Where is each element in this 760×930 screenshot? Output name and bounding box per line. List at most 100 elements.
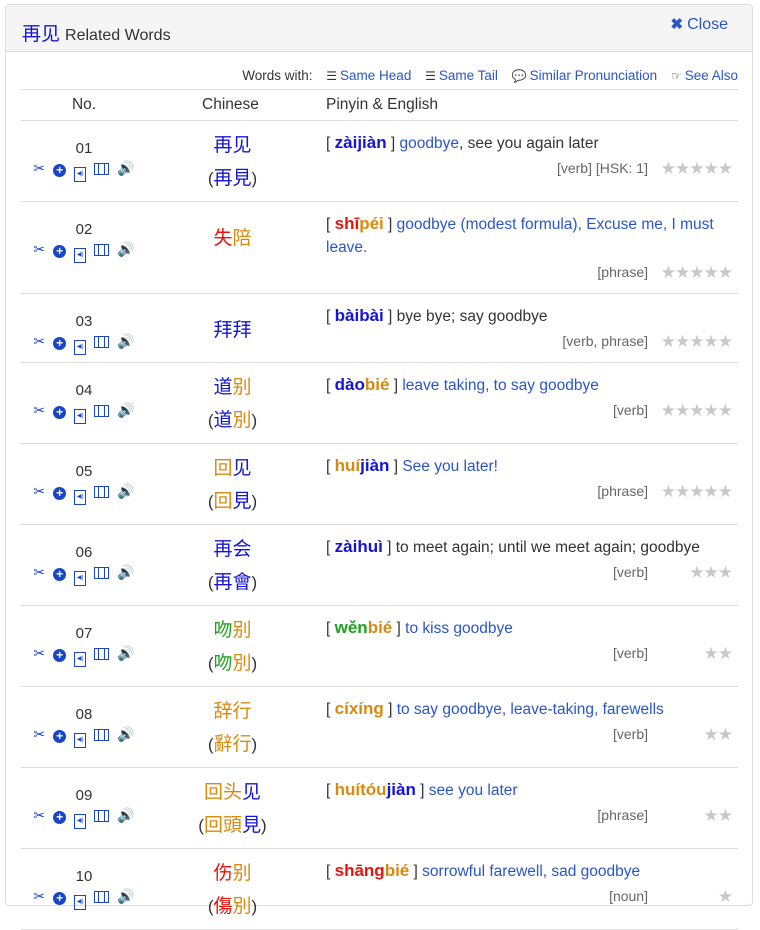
scissors-icon[interactable]: ✂ [33,333,45,350]
definition-link[interactable]: leave taking, to say goodbye [402,377,598,394]
audio-file-icon[interactable]: ◀) [74,409,87,424]
head-word: 再见 [22,23,60,45]
audio-file-icon[interactable]: ◀) [74,652,87,667]
star-icon: ★ [689,332,704,351]
plus-circle-icon[interactable]: + [53,487,67,500]
film-icon[interactable] [94,336,110,348]
scissors-icon[interactable]: ✂ [33,726,45,743]
plus-circle-icon[interactable]: + [53,164,67,177]
audio-file-icon[interactable]: ◀) [74,490,87,505]
definition-link[interactable]: see you later [429,782,518,799]
volume-icon[interactable]: 🔊 [117,807,134,824]
film-icon[interactable] [94,648,110,660]
definition-link[interactable]: sorrowful farewell, sad goodbye [422,863,640,880]
star-icon: ★ [675,401,690,420]
audio-file-icon[interactable]: ◀) [74,733,87,748]
close-button[interactable]: ✖ Close [671,15,728,34]
traditional-word[interactable]: (吻別) [147,647,318,680]
volume-icon[interactable]: 🔊 [117,645,134,662]
frequency-stars: ★★★★★ [656,401,733,421]
definition-text: to meet again; until we meet again; good… [395,539,700,556]
same-head-label: Same Head [340,68,412,83]
simplified-word[interactable]: 道别 [147,371,318,404]
traditional-word[interactable]: (辭行) [147,728,318,761]
volume-icon[interactable]: 🔊 [117,726,134,743]
simplified-word[interactable]: 伤别 [147,857,318,890]
film-icon[interactable] [94,486,110,498]
hanzi-char: 別 [232,409,252,431]
film-icon[interactable] [94,163,110,175]
chinese-cell: 拜拜 [147,293,318,363]
scissors-icon[interactable]: ✂ [33,160,45,177]
plus-circle-icon[interactable]: + [53,337,67,350]
audio-file-icon[interactable]: ◀) [74,167,87,182]
plus-circle-icon[interactable]: + [53,730,67,743]
see-also-link[interactable]: ☞ See Also [671,68,738,83]
audio-file-icon[interactable]: ◀) [74,340,87,355]
volume-icon[interactable]: 🔊 [117,241,134,258]
simplified-word[interactable]: 失陪 [147,222,318,255]
volume-icon[interactable]: 🔊 [117,564,134,581]
star-icon: ★ [660,159,676,178]
definition: [ dàobié ] leave taking, to say goodbye [326,373,732,397]
definition-link[interactable]: to kiss goodbye [405,620,513,637]
star-icon: ★ [703,725,719,744]
same-head-link[interactable]: ☰ Same Head [326,68,411,83]
simplified-word[interactable]: 回见 [147,452,318,485]
same-tail-link[interactable]: ☰ Same Tail [425,68,498,83]
volume-icon[interactable]: 🔊 [117,160,134,177]
film-icon[interactable] [94,810,110,822]
simplified-word[interactable]: 吻别 [147,614,318,647]
audio-file-icon[interactable]: ◀) [74,571,87,586]
row-number: 08 [75,706,93,723]
word-meta: [noun] ★ [326,887,733,907]
plus-circle-icon[interactable]: + [53,649,67,662]
table-row: 02 ✂ + ◀) 🔊 失陪[ shīpéi ] goodbye (modest form… [21,201,738,294]
scissors-icon[interactable]: ✂ [33,402,45,419]
volume-icon[interactable]: 🔊 [117,483,134,500]
scissors-icon[interactable]: ✂ [33,483,45,500]
traditional-word[interactable]: (傷別) [147,890,318,923]
part-of-speech: [phrase] [597,264,648,280]
traditional-word[interactable]: (道別) [147,404,318,437]
scissors-icon[interactable]: ✂ [33,241,45,258]
plus-circle-icon[interactable]: + [53,406,67,419]
part-of-speech: [verb] [612,564,648,580]
similar-pronunciation-link[interactable]: 💬 Similar Pronunciation [512,68,658,83]
plus-circle-icon[interactable]: + [53,811,67,824]
scissors-icon[interactable]: ✂ [33,564,45,581]
audio-file-icon[interactable]: ◀) [74,248,87,263]
pinyin: bàibài [335,306,384,325]
film-icon[interactable] [94,891,110,903]
volume-icon[interactable]: 🔊 [117,402,134,419]
plus-circle-icon[interactable]: + [53,568,67,581]
audio-file-icon[interactable]: ◀) [74,814,87,829]
definition-link[interactable]: goodbye [400,135,459,152]
film-icon[interactable] [94,244,110,256]
film-icon[interactable] [94,405,110,417]
scissors-icon[interactable]: ✂ [33,645,45,662]
film-icon[interactable] [94,567,110,579]
audio-file-icon[interactable]: ◀) [74,895,87,910]
frequency-stars: ★★★★★ [656,159,733,179]
scissors-icon[interactable]: ✂ [33,807,45,824]
simplified-word[interactable]: 拜拜 [147,314,318,347]
simplified-word[interactable]: 再见 [147,129,318,162]
hanzi-char: 见 [232,134,252,156]
words-with-bar: Words with: ☰ Same Head ☰ Same Tail 💬 Simil… [21,52,738,90]
simplified-word[interactable]: 辞行 [147,695,318,728]
word-meta: [verb] ★★ [326,725,733,745]
plus-circle-icon[interactable]: + [53,245,67,258]
traditional-word[interactable]: (回頭見) [147,809,318,842]
traditional-word[interactable]: (再會) [147,566,318,599]
simplified-word[interactable]: 回头见 [147,776,318,809]
film-icon[interactable] [94,729,110,741]
definition-link[interactable]: See you later! [402,458,498,475]
definition-link[interactable]: to say goodbye, leave-taking, farewells [397,701,664,718]
star-icon: ★ [717,263,733,282]
traditional-word[interactable]: (回見) [147,485,318,518]
simplified-word[interactable]: 再会 [147,533,318,566]
traditional-word[interactable]: (再見) [147,162,318,195]
plus-circle-icon[interactable]: + [53,892,67,905]
volume-icon[interactable]: 🔊 [117,333,134,350]
